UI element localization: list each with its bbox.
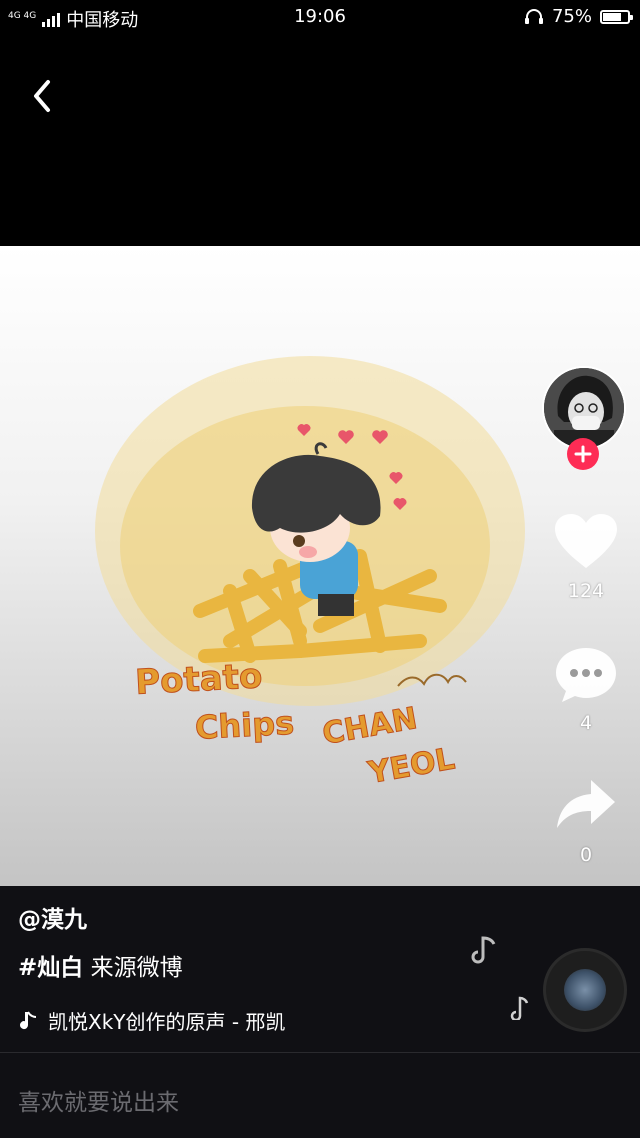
post-caption: #灿白 来源微博: [18, 948, 183, 982]
author-name[interactable]: @漠九: [18, 900, 87, 934]
share-button[interactable]: 0: [546, 776, 626, 866]
battery-icon: [600, 9, 633, 24]
music-note-icon: [20, 1010, 37, 1029]
floating-note-icon: [471, 936, 496, 964]
follow-button[interactable]: [567, 438, 599, 470]
chips-text: Chips: [194, 704, 295, 747]
floating-note-icon: [510, 996, 529, 1020]
caption-text: 来源微博: [90, 955, 183, 981]
post-info: @漠九 #灿白 来源微博 凯悦XkY创作的原声 - 邢凯: [0, 886, 640, 1054]
music-row[interactable]: 凯悦XkY创作的原声 - 邢凯: [18, 1006, 333, 1035]
status-bar: 4G 4G 中国移动 19:06 75%: [0, 0, 640, 34]
avatar-image: [544, 368, 624, 448]
plus-icon: [574, 445, 592, 463]
music-cover: [564, 969, 606, 1011]
comment-input[interactable]: 喜欢就要说出来: [18, 1083, 179, 1117]
music-disc[interactable]: [543, 948, 627, 1032]
share-arrow-icon: [557, 780, 615, 828]
heart-icon: [555, 514, 617, 568]
headset-icon: [524, 8, 543, 24]
comment-bubble-icon: [556, 648, 616, 702]
video-frame[interactable]: Potato Chips CHAN YEOL: [0, 246, 640, 886]
yeol-text: YEOL: [365, 741, 458, 791]
author-avatar-group: [542, 366, 626, 470]
chan-text: CHAN: [320, 701, 420, 752]
back-chevron-icon: [34, 80, 50, 112]
battery-percent: 75%: [551, 6, 592, 27]
artwork-image: Potato Chips CHAN YEOL: [95, 356, 525, 792]
back-button[interactable]: [24, 74, 64, 118]
music-title: 凯悦XkY创作的原声 - 邢凯: [48, 1010, 286, 1034]
share-count: 0: [579, 844, 593, 866]
potato-text: Potato: [134, 656, 263, 703]
comment-button[interactable]: 4: [546, 644, 626, 734]
comment-count: 4: [579, 712, 593, 734]
hashtag[interactable]: #灿白: [18, 955, 83, 981]
like-button[interactable]: 124: [546, 512, 626, 602]
status-right: 75%: [524, 6, 633, 27]
comment-input-bar[interactable]: 喜欢就要说出来: [0, 1053, 640, 1138]
like-count: 124: [567, 580, 605, 602]
